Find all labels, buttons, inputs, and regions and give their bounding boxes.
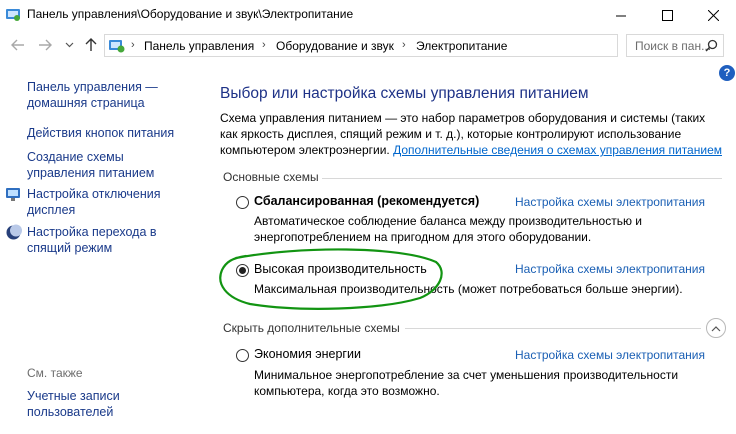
display-icon	[6, 188, 20, 201]
more-info-link[interactable]: Дополнительные сведения о схемах управле…	[393, 143, 722, 157]
address-bar[interactable]: › Панель управления › Оборудование и зву…	[104, 34, 715, 57]
plan-high-performance-settings-link[interactable]: Настройка схемы электропитания	[515, 262, 705, 276]
plan-power-saver-desc: Минимальное энергопотребление за счет ум…	[254, 368, 679, 398]
arrow-right-icon	[39, 39, 52, 51]
sleep-moon-icon	[6, 224, 22, 240]
group-extra-plans-label[interactable]: Скрыть дополнительные схемы	[223, 321, 400, 335]
close-icon	[707, 9, 719, 21]
plan-high-performance-name[interactable]: Высокая производительность	[254, 262, 427, 276]
search-placeholder: Поиск в пан...	[635, 39, 712, 53]
minimize-button[interactable]	[598, 0, 644, 30]
sidebar-item-create-plan[interactable]: Создание схемы управления питанием	[27, 149, 192, 181]
plan-balanced-radio[interactable]	[236, 196, 249, 209]
chevron-up-icon	[711, 325, 721, 331]
group-main-plans-label: Основные схемы	[223, 170, 319, 184]
breadcrumb-separator: ›	[262, 39, 266, 51]
recent-locations-button[interactable]	[60, 36, 78, 54]
control-panel-icon	[109, 40, 125, 53]
plan-high-performance-radio[interactable]	[236, 264, 249, 277]
forward-button[interactable]	[36, 36, 54, 54]
plan-balanced-desc: Автоматическое соблюдение баланса между …	[254, 214, 643, 244]
sidebar-item-power-buttons[interactable]: Действия кнопок питания	[27, 125, 197, 141]
maximize-button[interactable]	[644, 0, 690, 30]
plan-balanced-settings-link[interactable]: Настройка схемы электропитания	[515, 195, 705, 209]
plan-power-saver-name[interactable]: Экономия энергии	[254, 347, 361, 361]
divider	[322, 178, 722, 179]
arrow-up-icon	[85, 38, 97, 51]
page-title: Выбор или настройка схемы управления пит…	[220, 85, 589, 102]
plan-power-saver-settings-link[interactable]: Настройка схемы электропитания	[515, 348, 705, 362]
breadcrumb-hardware-sound[interactable]: Оборудование и звук	[276, 39, 394, 53]
plan-high-performance-desc: Максимальная производительность (может п…	[254, 282, 683, 296]
arrow-left-icon	[11, 39, 24, 51]
search-icon	[705, 39, 718, 52]
sidebar-item-display-off[interactable]: Настройка отключения дисплея	[27, 186, 167, 218]
navigation-bar: › Панель управления › Оборудование и зву…	[0, 30, 736, 60]
sidebar-item-sleep[interactable]: Настройка перехода в спящий режим	[27, 224, 162, 256]
collapse-extra-plans-button[interactable]	[706, 318, 726, 338]
page-description: Схема управления питанием — это набор па…	[220, 110, 724, 158]
breadcrumb-separator: ›	[131, 39, 135, 51]
up-button[interactable]	[82, 36, 100, 54]
window-title: Панель управления\Оборудование и звук\Эл…	[27, 7, 354, 21]
maximize-icon	[661, 9, 673, 21]
plan-power-saver-radio[interactable]	[236, 349, 249, 362]
breadcrumb-control-panel[interactable]: Панель управления	[144, 39, 254, 53]
sidebar: Панель управления — домашняя страница Де…	[0, 60, 200, 434]
breadcrumb-power-options[interactable]: Электропитание	[416, 39, 507, 53]
back-button[interactable]	[9, 36, 27, 54]
control-panel-icon	[6, 9, 20, 21]
divider	[405, 328, 701, 329]
minimize-icon	[615, 15, 626, 16]
sidebar-item-home[interactable]: Панель управления — домашняя страница	[27, 79, 197, 111]
search-input[interactable]: Поиск в пан...	[626, 34, 724, 57]
chevron-down-icon	[65, 42, 73, 48]
see-also-label: См. также	[27, 366, 83, 380]
close-button[interactable]	[690, 0, 736, 30]
sidebar-item-user-accounts[interactable]: Учетные записи пользователей	[27, 388, 127, 420]
title-bar: Панель управления\Оборудование и звук\Эл…	[0, 0, 736, 30]
main-content: Выбор или настройка схемы управления пит…	[220, 60, 736, 434]
breadcrumb-separator: ›	[402, 39, 406, 51]
plan-balanced-name[interactable]: Сбалансированная (рекомендуется)	[254, 194, 479, 208]
